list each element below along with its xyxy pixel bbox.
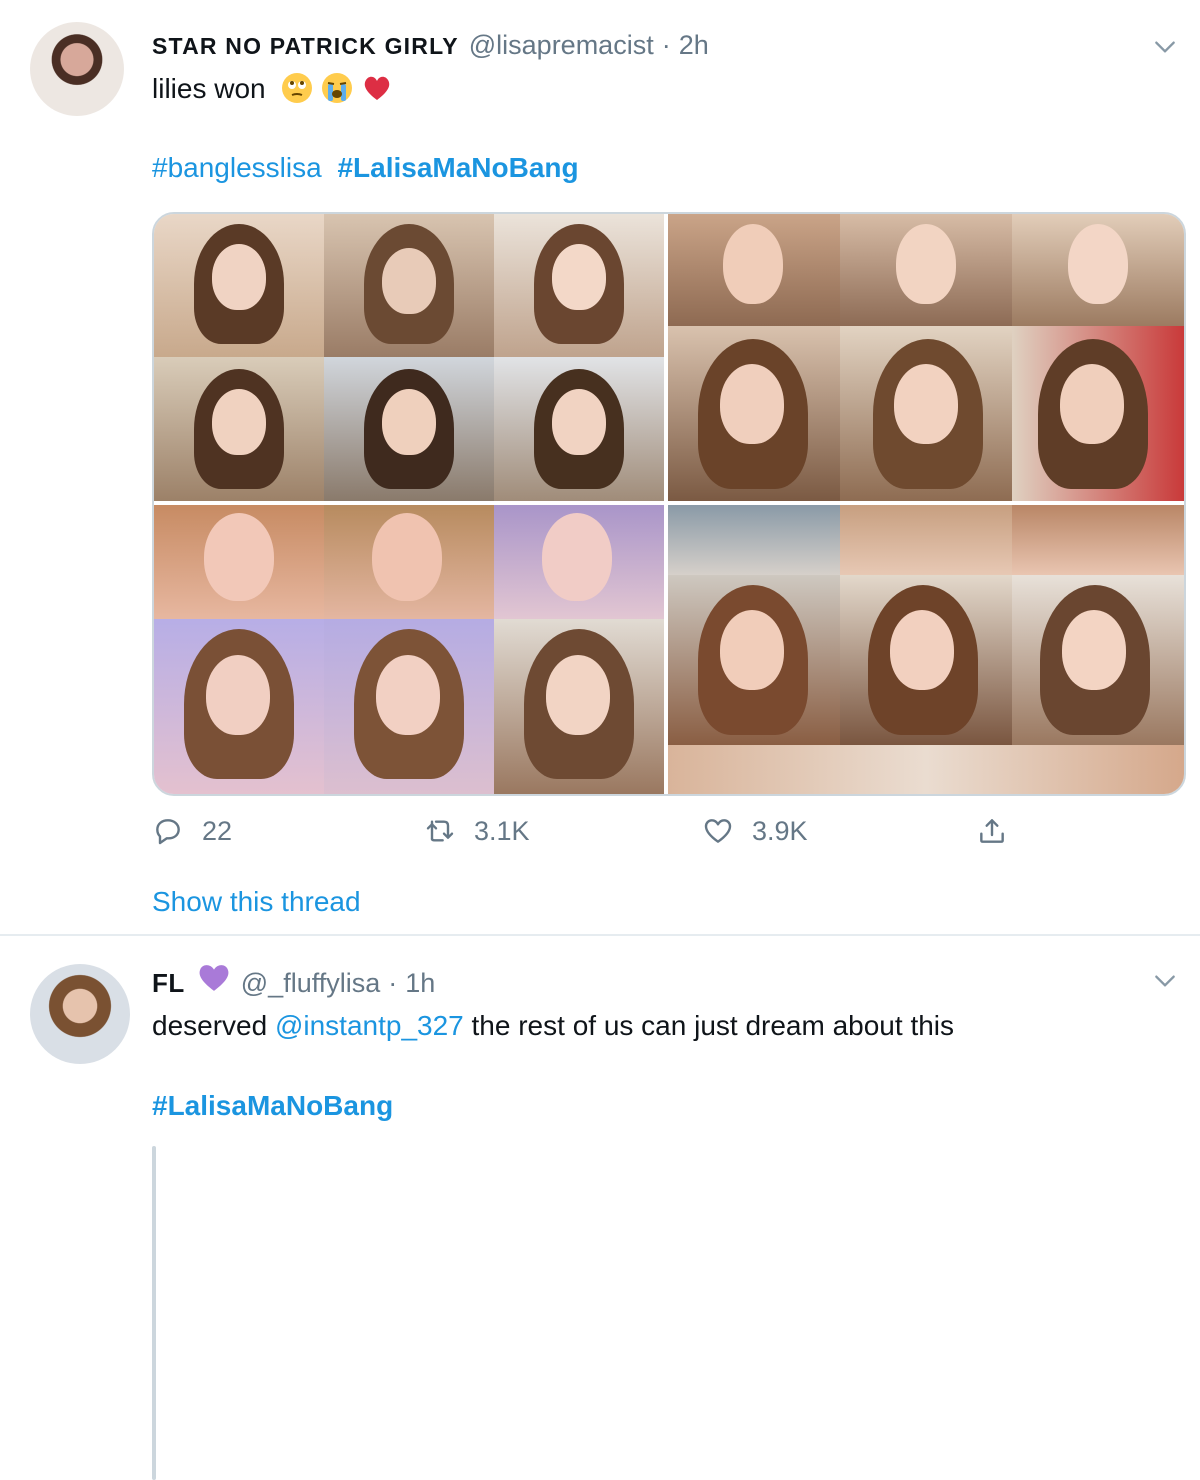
retweet-icon xyxy=(426,820,454,842)
timestamp[interactable]: 1h xyxy=(405,968,435,999)
hashtag-line: #LalisaMaNoBang xyxy=(152,1090,393,1122)
tweet-text: deserved @instantp_327 the rest of us ca… xyxy=(152,1010,954,1042)
tweet-actions: 22 3.1K 3.9K xyxy=(152,815,1052,855)
tweet-text-before: deserved xyxy=(152,1010,275,1041)
rolling-eyes-emoji-icon xyxy=(282,73,313,103)
reply-count: 22 xyxy=(202,815,233,846)
collage-q3 xyxy=(154,505,664,794)
show-thread-link[interactable]: Show this thread xyxy=(152,886,361,918)
purple-heart-emoji-icon xyxy=(199,965,229,991)
tweet-1[interactable]: STAR NO PATRICK GIRLY @lisapremacist · 2… xyxy=(0,0,1200,934)
user-handle[interactable]: @lisapremacist xyxy=(469,30,654,61)
red-heart-emoji-icon xyxy=(364,76,390,100)
separator-dot: · xyxy=(661,30,671,60)
display-name[interactable]: FL xyxy=(152,968,185,999)
tweet-header: FL @_fluffylisa · 1h xyxy=(152,962,435,999)
crying-emoji-icon xyxy=(322,73,353,103)
photo-grid[interactable] xyxy=(152,212,1186,796)
collage-q4 xyxy=(668,505,1184,794)
photo-tile[interactable] xyxy=(154,1148,156,1478)
hashtag-link[interactable]: #banglesslisa xyxy=(152,152,322,183)
tweet-text-after: the rest of us can just dream about this xyxy=(463,1010,955,1041)
mention-link[interactable]: @instantp_327 xyxy=(275,1010,464,1041)
timestamp[interactable]: 2h xyxy=(679,30,709,61)
collage-q1 xyxy=(154,214,664,501)
reply-button[interactable]: 22 xyxy=(152,815,232,847)
tweet-text: lilies won xyxy=(152,72,393,111)
share-icon xyxy=(980,819,1004,843)
reply-icon xyxy=(156,819,180,845)
user-handle[interactable]: @_fluffylisa xyxy=(241,968,380,999)
display-name[interactable]: STAR NO PATRICK GIRLY xyxy=(152,33,459,60)
hashtag-line: #banglesslisa #LalisaMaNoBang xyxy=(152,152,579,184)
share-button[interactable] xyxy=(976,815,1026,847)
tweet-2[interactable]: FL @_fluffylisa · 1h deserved @instantp_… xyxy=(0,936,1200,1480)
tweet-text-body: lilies won xyxy=(152,73,266,104)
chevron-down-icon[interactable] xyxy=(1152,968,1178,994)
retweet-count: 3.1K xyxy=(474,815,530,846)
emoji-group xyxy=(281,72,393,111)
collage-q2 xyxy=(668,214,1184,501)
photo-grid[interactable] xyxy=(152,1146,156,1480)
chevron-down-icon[interactable] xyxy=(1152,34,1178,60)
retweet-button[interactable]: 3.1K xyxy=(424,815,530,847)
like-button[interactable]: 3.9K xyxy=(702,815,808,847)
separator-dot: · xyxy=(388,968,398,998)
hashtag-link[interactable]: #LalisaMaNoBang xyxy=(337,152,578,183)
heart-icon xyxy=(704,819,732,843)
like-count: 3.9K xyxy=(752,815,808,846)
avatar[interactable] xyxy=(30,964,130,1064)
hashtag-link[interactable]: #LalisaMaNoBang xyxy=(152,1090,393,1121)
avatar[interactable] xyxy=(30,22,124,116)
tweet-header: STAR NO PATRICK GIRLY @lisapremacist · 2… xyxy=(152,30,709,61)
